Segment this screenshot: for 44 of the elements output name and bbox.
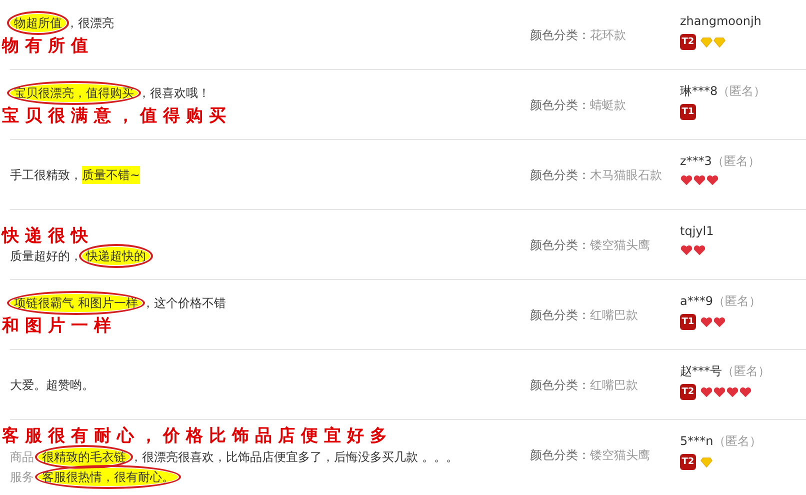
anonymous-tag: （匿名）: [722, 364, 770, 378]
level-badge: T2: [680, 384, 696, 400]
highlighted-text: 客服很热情，很有耐心。: [38, 468, 178, 486]
level-badge: T1: [680, 104, 696, 120]
anonymous-tag: （匿名）: [718, 84, 766, 98]
comment-text: 大爱。超赞哟。: [10, 376, 94, 394]
highlighted-text: 项链很霸气 和图片一样: [10, 294, 142, 312]
username: a***9: [680, 294, 713, 308]
variant-text: 颜色分类：木马猫眼石款: [530, 166, 662, 184]
level-badge: T1: [680, 314, 696, 330]
anonymous-tag: （匿名）: [712, 154, 760, 168]
comment-text: ，这个价格不错: [142, 294, 226, 312]
highlighted-text: 质量不错~: [82, 166, 140, 184]
comment-label: 服务: [10, 470, 34, 484]
comment-text: 质量超好的，: [10, 248, 82, 266]
annotation-caption: 宝贝很满意，值得购买: [2, 106, 233, 126]
username: 琳***8: [680, 84, 718, 98]
comment-text: 手工很精致，: [10, 166, 82, 184]
highlighted-text: 很精致的毛衣链: [38, 448, 130, 466]
anonymous-tag: （匿名）: [713, 294, 761, 308]
level-badge: T2: [680, 34, 696, 50]
variant-text: 颜色分类：红嘴巴款: [530, 306, 638, 324]
variant-text: 颜色分类：蜻蜓款: [530, 96, 626, 114]
annotation-caption: 快递很快: [2, 226, 95, 246]
variant-text: 颜色分类：镂空猫头鹰: [530, 447, 650, 464]
variant-text: 颜色分类：红嘴巴款: [530, 376, 638, 394]
username: 赵***号: [680, 364, 722, 378]
annotation-caption: 客服很有耐心，价格比饰品店便宜好多: [2, 426, 394, 447]
anonymous-tag: （匿名）: [713, 434, 762, 448]
highlighted-text: 物超所值: [10, 14, 66, 32]
highlighted-text: 快递超快的: [82, 247, 150, 266]
variant-text: 颜色分类：镂空猫头鹰: [530, 236, 650, 254]
username: z***3: [680, 154, 712, 168]
variant-text: 颜色分类：花环款: [530, 26, 626, 44]
comment-text: ，很喜欢哦！: [138, 84, 210, 102]
comment-text: ，很漂亮: [66, 14, 114, 32]
level-badge: T2: [680, 454, 696, 470]
comment-text: ，很漂亮很喜欢，比饰品店便宜多了，后悔没多买几款 。。。: [130, 448, 458, 466]
annotation-caption: 物有所值: [2, 36, 95, 56]
username: 5***n: [680, 434, 714, 448]
username: tqjyl1: [680, 224, 714, 238]
annotation-caption: 和图片一样: [2, 316, 118, 336]
comment-label: 商品: [10, 450, 34, 464]
username: zhangmoonjh: [680, 14, 762, 28]
